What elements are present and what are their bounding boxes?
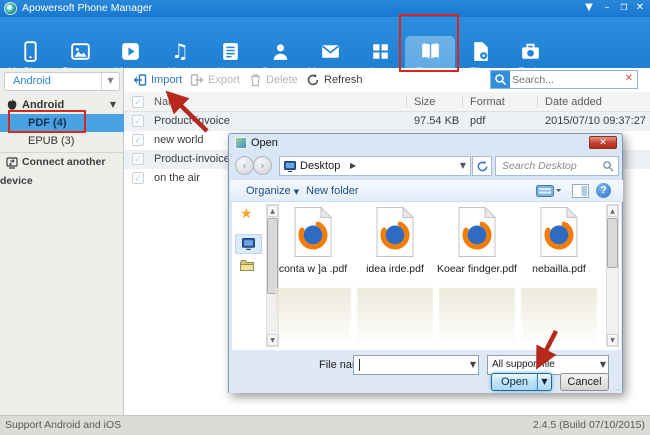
pdf-firefox-icon [292, 206, 334, 258]
chevron-down-icon[interactable]: ▼ [101, 73, 119, 90]
folder-icon[interactable] [240, 260, 254, 274]
export-icon [190, 78, 204, 90]
messages-icon [305, 36, 355, 66]
dialog-footer: File name: ▼ All support file format(*.p… [229, 350, 622, 393]
desktop-icon [284, 161, 296, 175]
row-checkbox[interactable] [132, 115, 144, 127]
scroll-up-icon[interactable]: ▲ [607, 205, 618, 217]
breadcrumb[interactable]: Desktop [300, 157, 340, 175]
contacts-icon [255, 36, 305, 66]
open-button[interactable]: Open [491, 373, 538, 391]
menu-icon[interactable]: ▼ [582, 1, 596, 15]
select-all-checkbox[interactable] [132, 96, 144, 108]
dialog-close-icon[interactable]: ✕ [589, 136, 617, 149]
row-checkbox[interactable] [132, 153, 144, 165]
column-name[interactable]: Name [154, 92, 183, 112]
breadcrumb-arrow-icon[interactable]: ▶ [350, 157, 356, 175]
dialog-file-area: ★ ▲ ▼ conta w ]a .pdf idea irde.pdf Koea… [232, 202, 621, 350]
file-type-select[interactable]: All support file format(*.pdf;*.e ▼ [487, 355, 609, 375]
status-right: 2.4.5 (Build 07/10/2015) [533, 416, 645, 435]
list-row[interactable]: Product-invoice 97.54 KB pdf 2015/07/10 … [124, 112, 650, 131]
row-checkbox[interactable] [132, 134, 144, 146]
file-item[interactable]: Koear findger.pdf [437, 206, 517, 275]
nav-desktop-item[interactable] [235, 234, 262, 254]
app-titlebar: Apowersoft Phone Manager ▼ – ❐ ✕ [0, 0, 650, 17]
resize-grip[interactable]: .: [616, 383, 620, 392]
app-logo-icon [4, 2, 17, 15]
refresh-button[interactable]: Refresh [306, 73, 363, 88]
dialog-titlebar: Open ✕ [229, 134, 622, 152]
column-size[interactable]: Size [414, 92, 435, 112]
device-selector-value: Android [13, 73, 51, 90]
search-box[interactable]: ✕ [490, 70, 638, 89]
dialog-search-placeholder: Search Desktop [502, 157, 577, 175]
list-header: Name Size Format Date added [124, 92, 650, 112]
import-icon [133, 78, 147, 90]
delete-button[interactable]: Delete [249, 73, 298, 88]
videos-icon [105, 36, 155, 66]
collapse-icon[interactable]: ▼ [110, 96, 116, 114]
file-item[interactable]: nebailla.pdf [519, 206, 599, 275]
address-bar[interactable]: Desktop ▶ ▼ [279, 156, 471, 176]
column-format[interactable]: Format [470, 92, 505, 112]
files-icon [455, 36, 505, 66]
maximize-icon[interactable]: ❐ [617, 1, 631, 15]
pdf-firefox-icon [456, 206, 498, 258]
status-bar: Support Android and iOS 2.4.5 (Build 07/… [0, 415, 650, 435]
dialog-icon [235, 137, 247, 149]
status-left: Support Android and iOS [5, 416, 121, 435]
organize-menu[interactable]: Organize ▼ [246, 180, 299, 203]
connect-another-device[interactable]: Connect another device [0, 152, 124, 171]
cancel-button[interactable]: Cancel [560, 373, 609, 391]
dialog-title: Open [251, 134, 278, 152]
dialog-search-box[interactable]: Search Desktop [495, 156, 619, 176]
annotation-box-books [399, 14, 459, 72]
annotation-box-pdf [8, 110, 86, 133]
close-icon[interactable]: ✕ [633, 1, 647, 15]
phone-icon [5, 36, 55, 66]
search-input[interactable] [512, 71, 617, 88]
delete-icon [249, 78, 262, 90]
minimize-icon[interactable]: – [600, 1, 614, 15]
new-folder-button[interactable]: New folder [306, 180, 359, 202]
refresh-address-button[interactable] [472, 156, 492, 176]
search-icon[interactable] [491, 71, 510, 88]
scroll-down-icon[interactable]: ▼ [607, 334, 618, 346]
favorites-star-icon[interactable]: ★ [240, 206, 253, 222]
back-button[interactable]: ‹ [235, 156, 254, 175]
help-icon[interactable]: ? [596, 183, 611, 198]
tools-icon [505, 36, 555, 66]
address-dropdown-icon[interactable]: ▼ [460, 157, 466, 175]
chevron-down-icon[interactable]: ▼ [470, 356, 476, 374]
connect-device-icon [6, 157, 18, 176]
forward-button[interactable]: › [253, 156, 272, 175]
search-clear-icon[interactable]: ✕ [625, 73, 633, 84]
column-date-added[interactable]: Date added [545, 92, 602, 112]
scrollbar-thumb[interactable] [607, 218, 618, 268]
file-name-input[interactable]: ▼ [353, 355, 479, 375]
music-icon: ♫ [155, 36, 205, 66]
open-split-dropdown-icon[interactable]: ▼ [538, 373, 552, 391]
text-caret [359, 359, 360, 371]
app-title: Apowersoft Phone Manager [22, 0, 152, 17]
pdf-firefox-icon [374, 206, 416, 258]
refresh-icon [306, 78, 320, 90]
chevron-down-icon[interactable]: ▼ [600, 356, 606, 374]
pictures-icon [55, 36, 105, 66]
apps-icon [355, 36, 405, 66]
import-button[interactable]: Import [133, 73, 182, 88]
file-item[interactable]: conta w ]a .pdf [273, 206, 353, 275]
app-nav-toolbar: My Phone Pictures Videos ♫ Music Notes C… [0, 17, 650, 68]
open-dialog: Open ✕ ‹ › Desktop ▶ ▼ Search Desktop Or… [228, 133, 623, 393]
device-selector[interactable]: Android ▼ [4, 72, 120, 91]
file-item[interactable]: idea irde.pdf [355, 206, 435, 275]
file-area-scrollbar[interactable]: ▲ ▼ [606, 204, 619, 347]
tree-item-epub[interactable]: EPUB (3) [0, 132, 124, 150]
row-checkbox[interactable] [132, 172, 144, 184]
notes-icon [205, 36, 255, 66]
magnifier-icon[interactable] [602, 160, 614, 175]
export-button[interactable]: Export [190, 73, 240, 88]
dialog-toolbar: Organize ▼ New folder ? [230, 180, 623, 202]
pdf-firefox-icon [538, 206, 580, 258]
